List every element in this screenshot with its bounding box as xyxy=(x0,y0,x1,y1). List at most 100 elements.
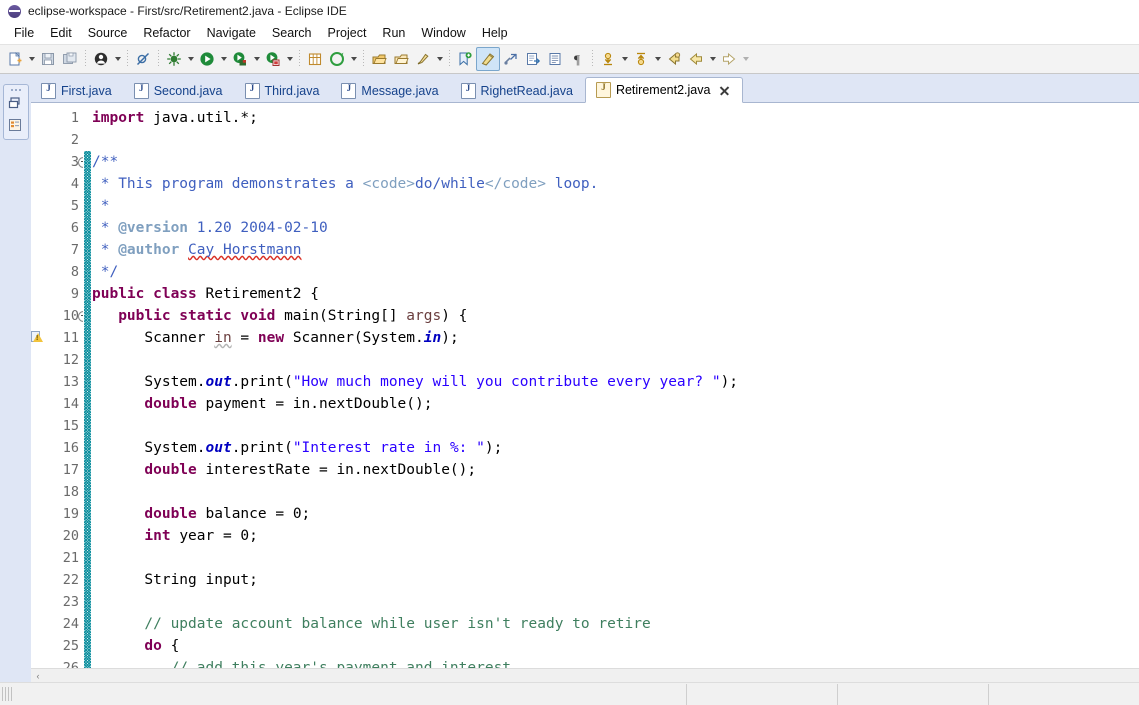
new-java-package-icon[interactable] xyxy=(304,48,326,70)
line-number: 8 xyxy=(70,264,79,280)
code-token: @version xyxy=(118,220,189,236)
code-line: * @author Cay Horstmann xyxy=(92,239,302,261)
save-icon[interactable] xyxy=(37,48,59,70)
status-grip xyxy=(2,687,12,701)
forward-caret[interactable] xyxy=(740,48,751,70)
run-dropdown-caret[interactable] xyxy=(218,48,229,70)
editor-tab-message-java[interactable]: Message.java xyxy=(331,79,450,103)
new-wizard-icon[interactable] xyxy=(4,48,26,70)
coverage-icon[interactable] xyxy=(262,48,284,70)
editor-tab-third-java[interactable]: Third.java xyxy=(235,79,332,103)
search-icon[interactable] xyxy=(412,48,434,70)
scroll-track[interactable] xyxy=(45,669,1139,683)
menu-item-navigate[interactable]: Navigate xyxy=(199,24,264,42)
skip-breakpoints-icon[interactable] xyxy=(132,48,154,70)
menu-item-window[interactable]: Window xyxy=(413,24,473,42)
search-caret[interactable] xyxy=(434,48,445,70)
toggle-mark-occurrences-icon-glyph xyxy=(481,53,495,66)
code-line: double interestRate = in.nextDouble(); xyxy=(92,459,476,481)
code-editor[interactable]: 1234567891011121314151617181920212223242… xyxy=(31,103,1139,669)
new-annotation-icon-glyph xyxy=(459,52,472,66)
open-type-icon[interactable] xyxy=(368,48,390,70)
previous-annotation-caret[interactable] xyxy=(652,48,663,70)
menu-item-file[interactable]: File xyxy=(6,24,42,42)
code-token: Scanner(System. xyxy=(292,330,424,346)
last-edit-location-icon-glyph xyxy=(668,52,681,66)
warning-marker-icon[interactable] xyxy=(31,331,45,344)
next-edit-location-icon-glyph xyxy=(527,53,541,65)
next-annotation-caret[interactable] xyxy=(619,48,630,70)
code-token: public class xyxy=(92,286,206,302)
code-token: ); xyxy=(484,440,503,456)
change-bar-segment xyxy=(84,239,91,261)
close-tab-icon[interactable] xyxy=(719,85,730,96)
toolbar-separator xyxy=(449,50,450,68)
user-dropdown-caret[interactable] xyxy=(112,48,123,70)
code-line: System.out.print("How much money will yo… xyxy=(92,371,738,393)
show-pilcrow-icon[interactable]: ¶ xyxy=(566,48,588,70)
open-task-icon[interactable] xyxy=(390,48,412,70)
project-caret[interactable] xyxy=(348,48,359,70)
debug-icon[interactable] xyxy=(163,48,185,70)
link-with-editor-icon[interactable] xyxy=(500,48,522,70)
save-all-icon[interactable] xyxy=(59,48,81,70)
previous-annotation-icon[interactable] xyxy=(630,48,652,70)
scroll-left-arrow-icon[interactable]: ‹ xyxy=(31,669,45,683)
package-explorer-glyph xyxy=(9,119,21,131)
change-bar-segment xyxy=(84,283,91,305)
editor-tab-second-java[interactable]: Second.java xyxy=(124,79,235,103)
code-token: args xyxy=(406,308,442,324)
restore-view-icon[interactable] xyxy=(4,92,26,114)
menu-item-edit[interactable]: Edit xyxy=(42,24,80,42)
code-token: </code> xyxy=(484,176,546,192)
line-number: 24 xyxy=(62,616,79,632)
last-edit-location-icon[interactable] xyxy=(663,48,685,70)
editor-tab-righetread-java[interactable]: RighetRead.java xyxy=(451,79,585,103)
editor-tab-retirement2-java[interactable]: Retirement2.java xyxy=(584,77,744,103)
next-annotation-icon[interactable] xyxy=(597,48,619,70)
back-navigation-icon[interactable] xyxy=(685,48,707,70)
package-explorer-icon[interactable] xyxy=(4,114,26,136)
code-token: = xyxy=(231,330,258,346)
code-token: public static void xyxy=(118,308,285,324)
line-number: 4 xyxy=(70,176,79,192)
change-bar-segment xyxy=(84,459,91,481)
open-type-icon-glyph xyxy=(372,54,387,64)
new-dropdown-caret[interactable] xyxy=(26,48,37,70)
debug-dropdown-caret[interactable] xyxy=(185,48,196,70)
new-java-project-icon[interactable] xyxy=(326,48,348,70)
coverage-caret[interactable] xyxy=(284,48,295,70)
code-token: { xyxy=(170,638,180,654)
menu-item-source[interactable]: Source xyxy=(80,24,136,42)
next-edit-location-icon[interactable] xyxy=(522,48,544,70)
toggle-mark-occurrences-icon[interactable] xyxy=(476,47,500,71)
menu-item-project[interactable]: Project xyxy=(320,24,375,42)
show-whitespace-icon[interactable] xyxy=(544,48,566,70)
user-profile-icon[interactable] xyxy=(90,48,112,70)
new-annotation-icon[interactable] xyxy=(454,48,476,70)
line-number: 10 xyxy=(63,305,89,327)
left-view-rail xyxy=(0,80,30,683)
menu-item-search[interactable]: Search xyxy=(264,24,320,42)
run-external-tools-icon[interactable] xyxy=(229,48,251,70)
code-line: * xyxy=(92,195,110,217)
run-icon[interactable] xyxy=(196,48,218,70)
external-tools-caret[interactable] xyxy=(251,48,262,70)
editor-tab-first-java[interactable]: First.java xyxy=(31,79,124,103)
code-line: do { xyxy=(92,635,179,657)
marker-column[interactable] xyxy=(31,103,45,669)
code-token: in xyxy=(423,330,442,346)
forward-navigation-icon[interactable] xyxy=(718,48,740,70)
menu-item-run[interactable]: Run xyxy=(374,24,413,42)
toolbar-separator xyxy=(592,50,593,68)
java-file-icon xyxy=(341,83,357,99)
change-bar-segment xyxy=(84,503,91,525)
source-text[interactable]: import java.util.*; /** * This program de… xyxy=(92,103,1139,669)
menu-item-refactor[interactable]: Refactor xyxy=(135,24,198,42)
link-with-editor-icon-glyph xyxy=(504,53,517,65)
menu-item-help[interactable]: Help xyxy=(474,24,516,42)
editor-horizontal-scrollbar[interactable]: ‹ xyxy=(31,668,1139,683)
line-number: 2 xyxy=(70,132,79,148)
back-caret[interactable] xyxy=(707,48,718,70)
